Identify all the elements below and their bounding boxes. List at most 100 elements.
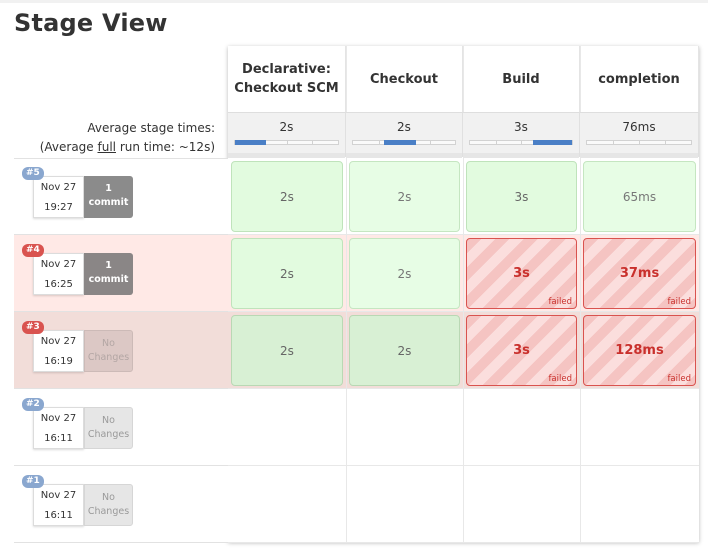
avg-shade [228, 153, 345, 158]
top-divider [0, 0, 708, 3]
build-date-box[interactable]: Nov 27 16:11 [33, 484, 84, 526]
changes-line1: No [102, 415, 115, 426]
stage-average-bar [469, 140, 573, 145]
full-run-link[interactable]: full [98, 140, 117, 154]
average-line2-pre: (Average [39, 140, 98, 154]
build-date: Nov 27 [40, 182, 77, 193]
stage-duration: 3s [513, 266, 530, 281]
build-time: 16:11 [44, 510, 73, 521]
stage-cell-success[interactable]: 2s [349, 238, 460, 309]
stage-average-time: 2s [279, 120, 294, 134]
avg-shade [463, 153, 579, 158]
changes-line1: 1 [105, 183, 112, 194]
build-date: Nov 27 [40, 413, 77, 424]
stage-header-3[interactable]: completion [580, 46, 699, 112]
stage-average-fill [533, 140, 572, 145]
build-changes-button[interactable]: 1 commit [84, 176, 133, 218]
build-time: 16:19 [44, 356, 73, 367]
changes-line2: Changes [87, 352, 130, 363]
average-stage-times-label: Average stage times: (Average full run t… [14, 119, 215, 157]
stage-duration: 2s [280, 189, 294, 204]
stage-duration: 128ms [615, 343, 664, 358]
bar-divider [587, 141, 666, 144]
build-date-box[interactable]: Nov 27 19:27 [33, 176, 84, 218]
failed-tag: failed [548, 297, 572, 307]
build-time: 19:27 [44, 202, 73, 213]
stage-average-cell: 2s [346, 112, 463, 158]
average-line2-post: run time: ~12s) [116, 140, 215, 154]
stage-duration: 2s [397, 189, 412, 204]
stage-cell-success[interactable]: 3s [466, 161, 577, 232]
stage-duration: 65ms [622, 189, 657, 204]
build-date-box[interactable]: Nov 27 16:25 [33, 253, 84, 295]
stage-cell-success[interactable]: 2s [231, 315, 343, 386]
build-changes-button: No Changes [84, 484, 133, 526]
build-number-badge[interactable]: #4 [22, 244, 44, 257]
changes-line2: Changes [87, 429, 130, 440]
stage-duration: 2s [280, 343, 294, 358]
average-line2: (Average full run time: ~12s) [14, 138, 215, 157]
grid-horizontal-line [228, 542, 699, 543]
avg-shade [346, 153, 462, 158]
build-date: Nov 27 [40, 259, 77, 270]
failed-tag: failed [667, 297, 691, 307]
stage-duration: 37ms [619, 266, 660, 281]
grid-horizontal-line [228, 388, 699, 389]
stage-average-time: 3s [514, 120, 528, 134]
stage-duration: 2s [397, 266, 412, 281]
stage-average-time: 76ms [622, 120, 656, 134]
failed-tag: failed [548, 374, 572, 384]
changes-line2: commit [88, 274, 129, 285]
stage-average-fill [235, 140, 266, 145]
build-changes-button: No Changes [84, 330, 133, 372]
stage-header-1[interactable]: Checkout [346, 46, 463, 112]
stage-average-bar [586, 140, 692, 145]
stage-average-bar [234, 140, 339, 145]
changes-line1: 1 [105, 260, 112, 271]
stage-header-0[interactable]: Declarative: Checkout SCM [228, 46, 346, 112]
stage-duration: 2s [280, 266, 294, 281]
average-line1: Average stage times: [87, 121, 215, 135]
build-time: 16:25 [44, 279, 73, 290]
changes-line2: commit [88, 197, 129, 208]
build-date: Nov 27 [40, 336, 77, 347]
stage-duration: 3s [513, 343, 530, 358]
stage-cell-failed[interactable]: 3s failed [466, 315, 577, 386]
build-number-badge[interactable]: #3 [22, 321, 44, 334]
stage-cell-success[interactable]: 2s [349, 315, 460, 386]
stage-average-time: 2s [397, 120, 411, 134]
failed-tag: failed [667, 374, 691, 384]
stage-cell-success[interactable]: 2s [231, 238, 343, 309]
grid-horizontal-line [228, 465, 699, 466]
build-date-box[interactable]: Nov 27 16:19 [33, 330, 84, 372]
stage-header-2[interactable]: Build [463, 46, 580, 112]
stage-average-cell: 3s [463, 112, 580, 158]
changes-line1: No [102, 492, 115, 503]
avg-shade [580, 153, 698, 158]
build-number-badge[interactable]: #5 [22, 167, 44, 180]
build-number-badge[interactable]: #1 [22, 475, 44, 488]
page-title: Stage View [14, 9, 168, 37]
stage-average-bar [352, 140, 456, 145]
stage-cell-success[interactable]: 2s [231, 161, 343, 232]
build-time: 16:11 [44, 433, 73, 444]
build-changes-button[interactable]: 1 commit [84, 253, 133, 295]
stage-average-cell: 76ms [580, 112, 699, 158]
stage-cell-failed[interactable]: 3s failed [466, 238, 577, 309]
build-date-box[interactable]: Nov 27 16:11 [33, 407, 84, 449]
changes-line2: Changes [87, 506, 130, 517]
stage-duration: 2s [397, 343, 412, 358]
build-date: Nov 27 [40, 490, 77, 501]
build-number-badge[interactable]: #2 [22, 398, 44, 411]
stage-cell-success[interactable]: 65ms [583, 161, 696, 232]
stage-cell-failed[interactable]: 37ms failed [583, 238, 696, 309]
stage-average-fill [383, 140, 417, 145]
stage-cell-success[interactable]: 2s [349, 161, 460, 232]
build-changes-button: No Changes [84, 407, 133, 449]
grid-horizontal-line [228, 234, 699, 235]
changes-line1: No [102, 338, 115, 349]
stage-cell-failed[interactable]: 128ms failed [583, 315, 696, 386]
stage-average-cell: 2s [228, 112, 346, 158]
grid-horizontal-line [228, 311, 699, 312]
stage-duration: 3s [514, 189, 529, 204]
